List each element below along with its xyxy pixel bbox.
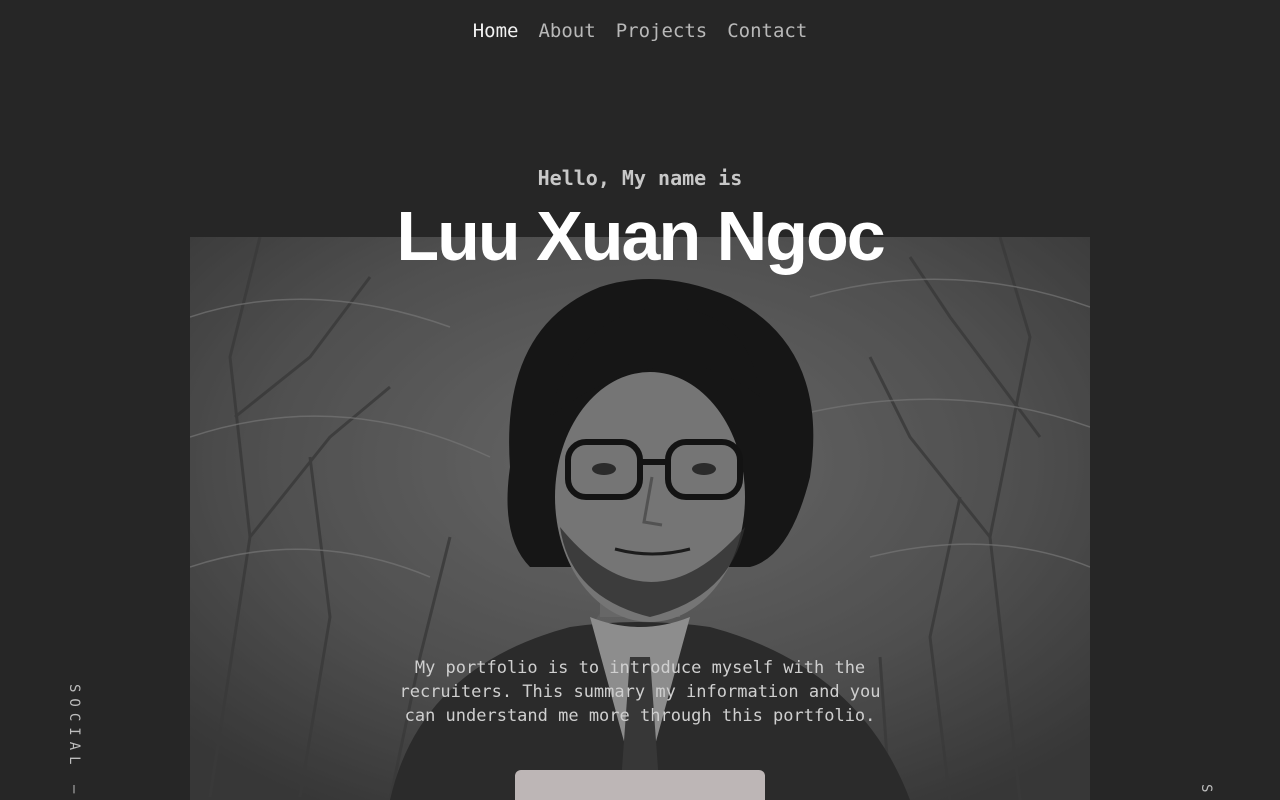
nav-home[interactable]: Home xyxy=(473,20,519,42)
nav-about[interactable]: About xyxy=(538,20,595,42)
nav-projects[interactable]: Projects xyxy=(616,20,708,42)
hero-description: My portfolio is to introduce myself with… xyxy=(399,658,881,726)
social-side-label: SOCIAL — xyxy=(66,684,82,800)
see-my-works-button[interactable]: see my works xyxy=(515,770,765,800)
right-side-label: S xyxy=(1198,784,1214,799)
hero-greeting: Hello, My name is xyxy=(537,166,743,190)
top-nav: Home About Projects Contact xyxy=(0,20,1280,42)
hero-name: Luu Xuan Ngoc xyxy=(396,197,885,275)
portfolio-page: Home About Projects Contact Hello, My na… xyxy=(0,0,1280,800)
nav-contact[interactable]: Contact xyxy=(727,20,807,42)
